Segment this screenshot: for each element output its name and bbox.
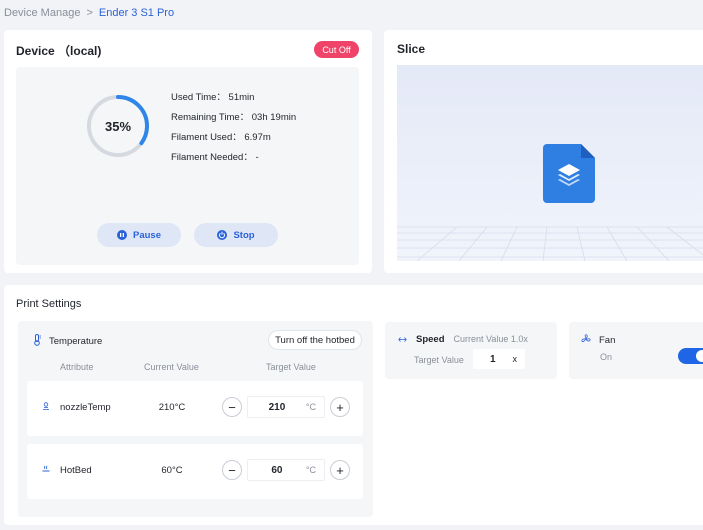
turn-off-hotbed-button[interactable]: Turn off the hotbed <box>268 330 362 350</box>
speed-icon <box>398 332 407 346</box>
slice-preview[interactable] <box>397 65 703 261</box>
progress-percent: 35% <box>104 118 132 134</box>
target-input[interactable]: 60 °C <box>247 459 325 481</box>
row-current-value: 60°C <box>161 465 183 476</box>
breadcrumb: Device Manage > Ender 3 S1 Pro <box>4 7 174 19</box>
hotbed-icon <box>42 465 50 476</box>
stop-label: Stop <box>233 229 255 241</box>
temp-row-nozzle: nozzleTemp 210°C − 210 °C + <box>27 381 363 436</box>
decrease-button[interactable]: − <box>222 460 242 480</box>
temperature-header: Temperature <box>33 334 102 349</box>
col-current-value: Current Value <box>144 362 199 372</box>
speed-target-unit: x <box>512 354 518 364</box>
breadcrumb-device-manage[interactable]: Device Manage <box>4 7 80 19</box>
thermometer-icon <box>33 334 42 349</box>
remaining-time: Remaining Time： 03h 19min <box>171 112 297 123</box>
target-value: 210 <box>268 401 286 413</box>
col-attribute: Attribute <box>60 362 94 372</box>
temperature-label: Temperature <box>49 336 103 347</box>
fan-state: On <box>600 352 613 362</box>
target-unit: °C <box>305 402 316 412</box>
fan-header: Fan <box>581 333 615 347</box>
file-layers-icon <box>543 144 595 203</box>
breadcrumb-current-device: Ender 3 S1 Pro <box>98 7 175 19</box>
pause-button[interactable]: Pause <box>97 223 181 247</box>
speed-target-value: 1 <box>489 353 496 365</box>
speed-label: Speed <box>416 333 445 345</box>
speed-target-label: Target Value <box>414 355 464 365</box>
device-title: Device （local) <box>16 44 102 58</box>
row-label: nozzleTemp <box>60 402 111 413</box>
row-label: HotBed <box>60 465 92 476</box>
fan-label: Fan <box>599 334 616 346</box>
col-target-value: Target Value <box>266 362 316 372</box>
row-name: HotBed <box>42 465 92 476</box>
row-current-value: 210°C <box>158 402 186 413</box>
stop-button[interactable]: Stop <box>194 223 278 247</box>
print-stats: Used Time： 51min Remaining Time： 03h 19m… <box>171 86 296 166</box>
fan-toggle[interactable] <box>678 348 703 364</box>
temp-row-hotbed: HotBed 60°C − 60 °C + <box>27 444 363 499</box>
slice-title: Slice <box>397 42 426 56</box>
row-name: nozzleTemp <box>42 402 111 413</box>
pause-label: Pause <box>133 229 161 241</box>
nozzle-icon <box>42 402 50 413</box>
speed-target-input[interactable]: 1 x <box>473 349 525 369</box>
toggle-knob <box>696 350 703 362</box>
print-settings-card: Print Settings Temperature Turn off the … <box>4 285 703 525</box>
filament-needed: Filament Needed： - <box>171 152 259 163</box>
slice-card: Slice <box>384 30 703 273</box>
speed-panel: Speed Current Value 1.0x Target Value 1 … <box>385 322 557 379</box>
pause-icon <box>117 230 127 240</box>
device-card: Device （local) Cut Off 35% Used Time： 51… <box>4 30 372 273</box>
filament-used: Filament Used： 6.97m <box>171 132 271 143</box>
power-icon <box>217 230 228 240</box>
increase-button[interactable]: + <box>330 397 350 417</box>
speed-header: Speed Current Value 1.0x <box>398 332 528 346</box>
used-time: Used Time： 51min <box>171 92 255 103</box>
cut-off-button[interactable]: Cut Off <box>314 41 359 58</box>
decrease-button[interactable]: − <box>222 397 242 417</box>
speed-current-value: Current Value 1.0x <box>453 334 528 344</box>
chevron-right-icon: > <box>86 7 93 19</box>
print-settings-title: Print Settings <box>16 298 82 310</box>
device-status-panel: 35% Used Time： 51min Remaining Time： 03h… <box>16 67 359 265</box>
temperature-panel: Temperature Turn off the hotbed Attribut… <box>18 321 373 517</box>
target-unit: °C <box>305 465 316 475</box>
fan-icon <box>581 333 591 347</box>
target-input[interactable]: 210 °C <box>247 396 325 418</box>
increase-button[interactable]: + <box>330 460 350 480</box>
target-value: 60 <box>271 464 283 476</box>
fan-panel: Fan On <box>569 322 703 379</box>
